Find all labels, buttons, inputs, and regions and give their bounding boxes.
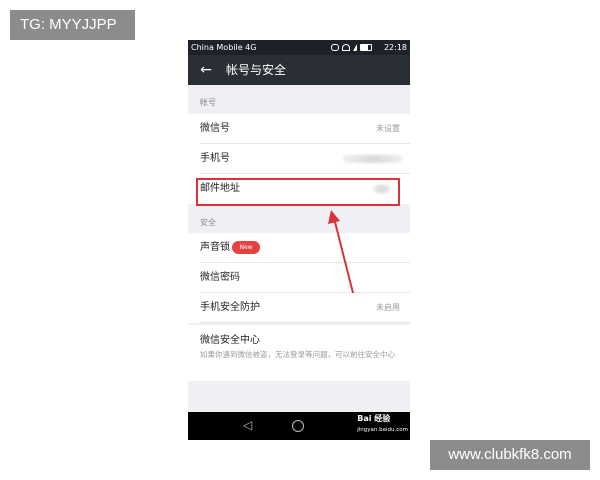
- watermark-brand: Bai 经验: [357, 414, 391, 423]
- nav-home-icon[interactable]: [292, 420, 304, 432]
- baidu-watermark: Bai 经验 jingyan.baidu.com: [357, 413, 408, 435]
- nav-bar: ◁ Bai 经验 jingyan.baidu.com: [188, 412, 410, 440]
- red-arrow-annotation: [328, 210, 354, 294]
- arrow-shaft: [333, 217, 354, 294]
- watermark-url: jingyan.baidu.com: [357, 427, 408, 433]
- arrow-head: [328, 210, 340, 224]
- phone-screen: China Mobile 4G 22:18 ← 帐号与安全 帐号 微信号 未设置…: [188, 40, 410, 440]
- watermark-tg: TG: MYYJJPP: [10, 10, 135, 40]
- nav-back-icon[interactable]: ◁: [243, 418, 252, 432]
- watermark-site: www.clubkfk8.com: [430, 440, 590, 470]
